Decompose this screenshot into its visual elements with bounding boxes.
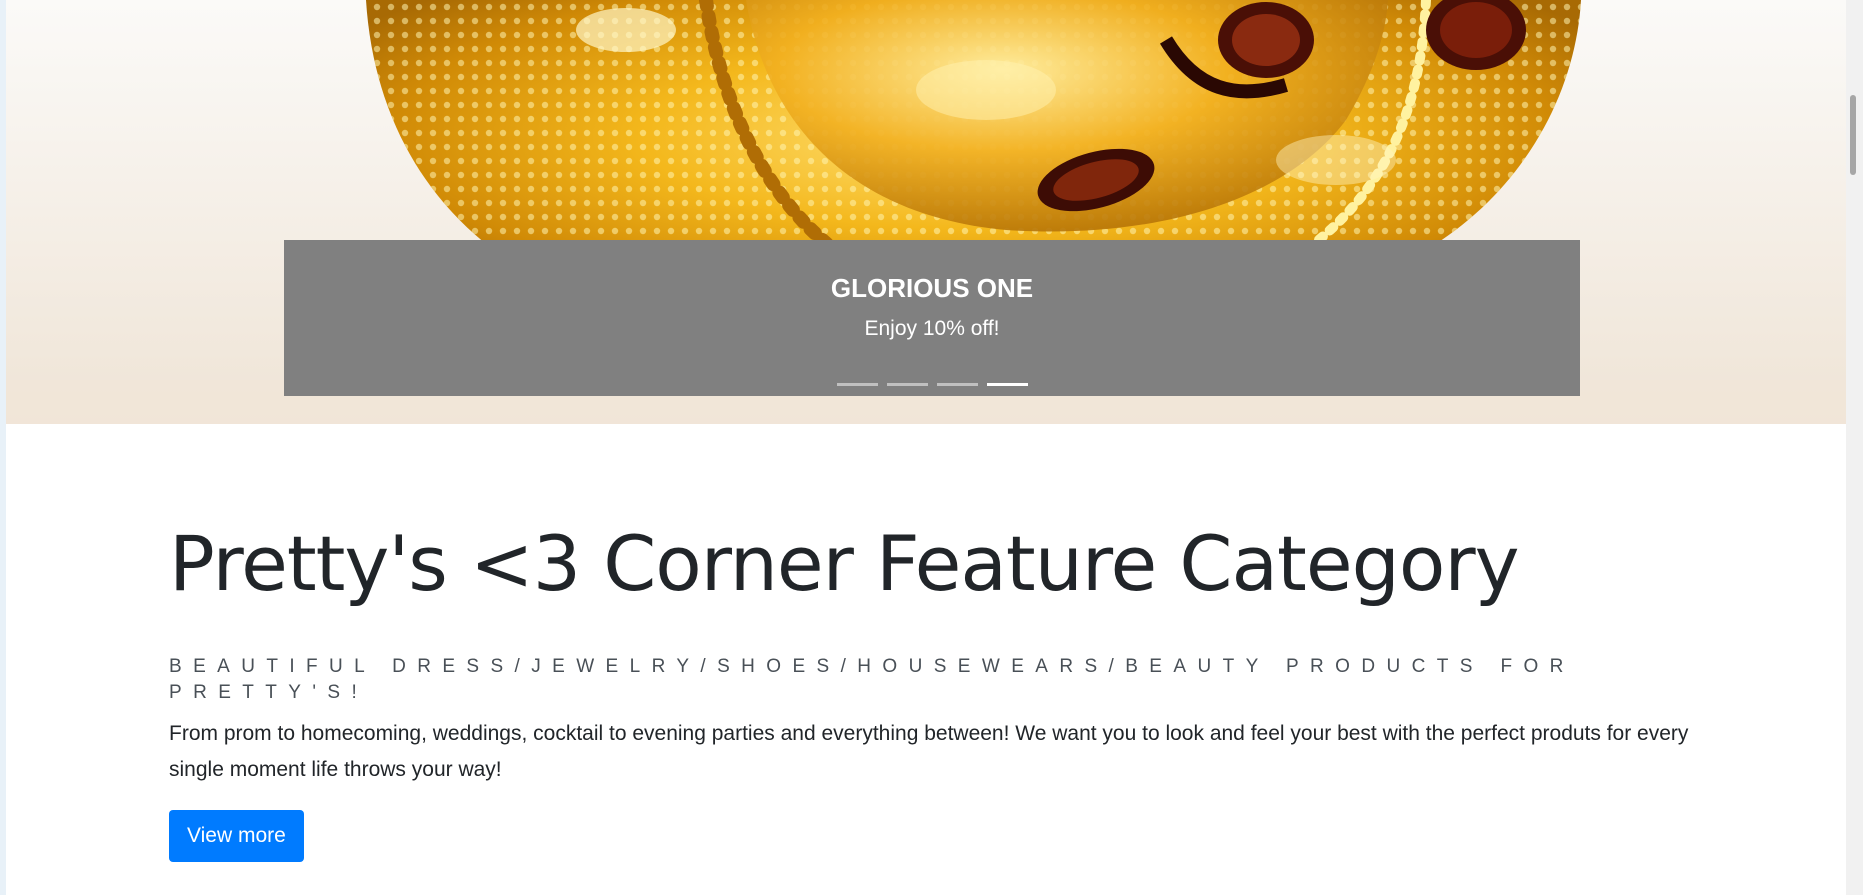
carousel-indicator-4[interactable] xyxy=(986,383,1028,386)
feature-title: Pretty's <3 Corner Feature Category xyxy=(169,519,1520,608)
carousel-caption-subtitle: Enjoy 10% off! xyxy=(864,317,1000,340)
carousel-indicator-3[interactable] xyxy=(936,383,978,386)
carousel-indicator-2[interactable] xyxy=(886,383,928,386)
feature-description: From prom to homecoming, weddings, cockt… xyxy=(169,722,1689,781)
feature-section: Pretty's <3 Corner Feature Category BEAU… xyxy=(169,510,1689,862)
carousel-indicators xyxy=(284,383,1580,386)
carousel-caption-title: GLORIOUS ONE xyxy=(830,273,1034,303)
scrollbar-thumb[interactable] xyxy=(1850,95,1856,175)
view-more-button[interactable]: View more xyxy=(169,810,304,862)
hero-carousel[interactable]: GLORIOUS ONE Enjoy 10% off! xyxy=(6,0,1862,424)
carousel-indicator-1[interactable] xyxy=(836,383,878,386)
vertical-scrollbar[interactable] xyxy=(1846,0,1863,895)
feature-tagline: BEAUTIFUL DRESS/JEWELRY/SHOES/HOUSEWEARS… xyxy=(169,656,1575,703)
page: GLORIOUS ONE Enjoy 10% off! Pretty's <3 … xyxy=(0,0,1863,895)
carousel-caption: GLORIOUS ONE Enjoy 10% off! xyxy=(284,240,1580,396)
